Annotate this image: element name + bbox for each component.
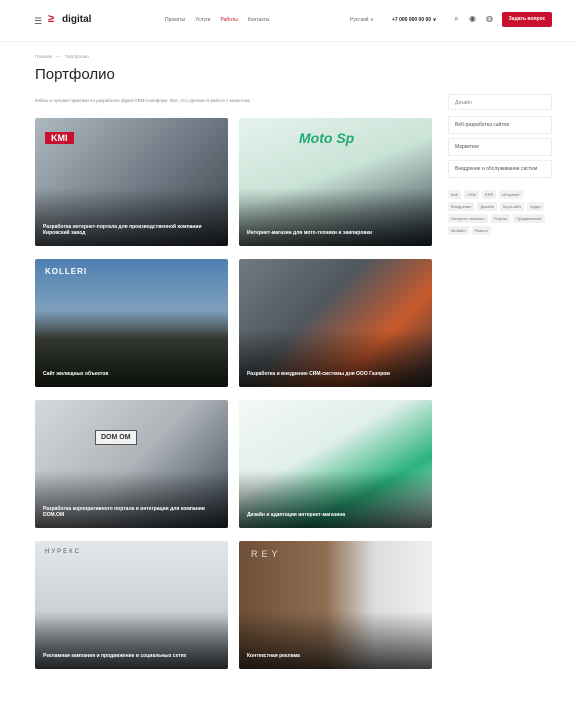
tag[interactable]: Разное bbox=[471, 226, 491, 235]
card-title: Дизайн и адаптация интернет-магазина bbox=[247, 512, 346, 518]
nav-item-works[interactable]: Работы bbox=[220, 17, 237, 23]
portfolio-card[interactable]: Разработка и внедрение CRM-системы для О… bbox=[239, 259, 432, 387]
tag[interactable]: Дизайн bbox=[477, 202, 497, 211]
card-brand-logo: KOLLERI bbox=[45, 267, 88, 276]
portfolio-card[interactable]: НУРЕКС Рекламная кампания и продвижение … bbox=[35, 541, 228, 669]
portfolio-card[interactable]: KMI Разработка интернет-портала для прои… bbox=[35, 118, 228, 246]
portfolio-card[interactable]: Moto Sp Интернет-магазин для мото-техник… bbox=[239, 118, 432, 246]
portfolio-card[interactable]: REY Контекстная реклама bbox=[239, 541, 432, 669]
filter-sidebar: Дизайн Веб-разработка сайтов Маркетинг В… bbox=[448, 94, 552, 182]
breadcrumb: Главная — Портфолио bbox=[35, 54, 89, 59]
card-title: Разработка и внедрение CRM-системы для О… bbox=[247, 371, 390, 377]
portfolio-card[interactable]: KOLLERI Сайт жилищных объектов bbox=[35, 259, 228, 387]
tag[interactable]: Мобайл bbox=[448, 226, 469, 235]
tag[interactable]: Интернет-магазин bbox=[448, 214, 488, 223]
card-brand-logo: DOM OM bbox=[95, 430, 137, 445]
card-title: Рекламная кампания и продвижение в социа… bbox=[43, 653, 187, 659]
card-overlay bbox=[35, 470, 228, 528]
search-icon[interactable]: ⌕ bbox=[452, 14, 461, 23]
site-header: ☰ ≥ digital Проекты Услуги Работы Контак… bbox=[0, 0, 579, 42]
card-overlay bbox=[239, 611, 432, 669]
card-brand-logo: НУРЕКС bbox=[45, 549, 81, 555]
filter-item-systems[interactable]: Внедрение и обслуживание систем bbox=[448, 160, 552, 178]
user-icon[interactable]: ◉ bbox=[468, 14, 477, 23]
card-title: Интернет-магазин для мото-техники и экип… bbox=[247, 230, 373, 236]
globe-icon[interactable]: ◍ bbox=[485, 14, 494, 23]
logo[interactable]: ≥ digital bbox=[48, 13, 91, 25]
tag[interactable]: ERP bbox=[482, 190, 497, 199]
tag[interactable]: Всё bbox=[448, 190, 461, 199]
tag[interactable]: Аудит bbox=[527, 202, 545, 211]
nav-item-services[interactable]: Услуги bbox=[195, 17, 210, 23]
card-title: Сайт жилищных объектов bbox=[43, 371, 109, 377]
filter-search-input[interactable]: Дизайн bbox=[448, 94, 552, 110]
filter-tags: Всё CRM ERP Интранет Внедрение Дизайн Ко… bbox=[448, 190, 552, 235]
breadcrumb-current: Портфолио bbox=[64, 54, 89, 59]
card-brand-logo: KMI bbox=[45, 132, 74, 144]
portfolio-card[interactable]: DOM OM Разработка корпоративного портала… bbox=[35, 400, 228, 528]
nav-item-contacts[interactable]: Контакты bbox=[248, 17, 270, 23]
ask-question-button[interactable]: Задать вопрос bbox=[502, 12, 552, 27]
card-overlay bbox=[35, 329, 228, 387]
tag[interactable]: CRM bbox=[463, 190, 480, 199]
main-nav: Проекты Услуги Работы Контакты bbox=[165, 17, 269, 23]
menu-icon[interactable]: ☰ bbox=[34, 16, 42, 27]
breadcrumb-home[interactable]: Главная bbox=[35, 54, 52, 59]
card-overlay bbox=[239, 329, 432, 387]
breadcrumb-separator: — bbox=[56, 54, 61, 59]
card-title: Разработка интернет-портала для производ… bbox=[43, 224, 202, 236]
logo-mark: ≥ bbox=[48, 13, 55, 25]
card-brand-logo: Moto Sp bbox=[299, 130, 355, 146]
filter-item-marketing[interactable]: Маркетинг bbox=[448, 138, 552, 156]
card-brand-logo: REY bbox=[251, 549, 282, 559]
card-overlay bbox=[35, 611, 228, 669]
page-intro: Кейсы и лучшие практики по разработке di… bbox=[35, 98, 251, 103]
tag[interactable]: Интранет bbox=[499, 190, 523, 199]
filter-item-web[interactable]: Веб-разработка сайтов bbox=[448, 116, 552, 134]
tag[interactable]: Продвижение bbox=[513, 214, 545, 223]
card-title: Контекстная реклама bbox=[247, 653, 300, 659]
tag[interactable]: Внедрение bbox=[448, 202, 475, 211]
phone-number[interactable]: +7 000 000 00 00 ∨ bbox=[392, 17, 437, 23]
card-title: Разработка корпоративного портала и инте… bbox=[43, 506, 205, 518]
page-title: Портфолио bbox=[35, 66, 115, 83]
card-overlay bbox=[239, 188, 432, 246]
nav-item-projects[interactable]: Проекты bbox=[165, 17, 185, 23]
tag[interactable]: Корп.сайт bbox=[499, 202, 525, 211]
tag[interactable]: Портал bbox=[490, 214, 511, 223]
card-overlay bbox=[239, 470, 432, 528]
logo-text: digital bbox=[62, 13, 92, 25]
language-select[interactable]: Русский ∨ bbox=[350, 17, 374, 23]
portfolio-card[interactable]: Дизайн и адаптация интернет-магазина bbox=[239, 400, 432, 528]
card-overlay bbox=[35, 188, 228, 246]
